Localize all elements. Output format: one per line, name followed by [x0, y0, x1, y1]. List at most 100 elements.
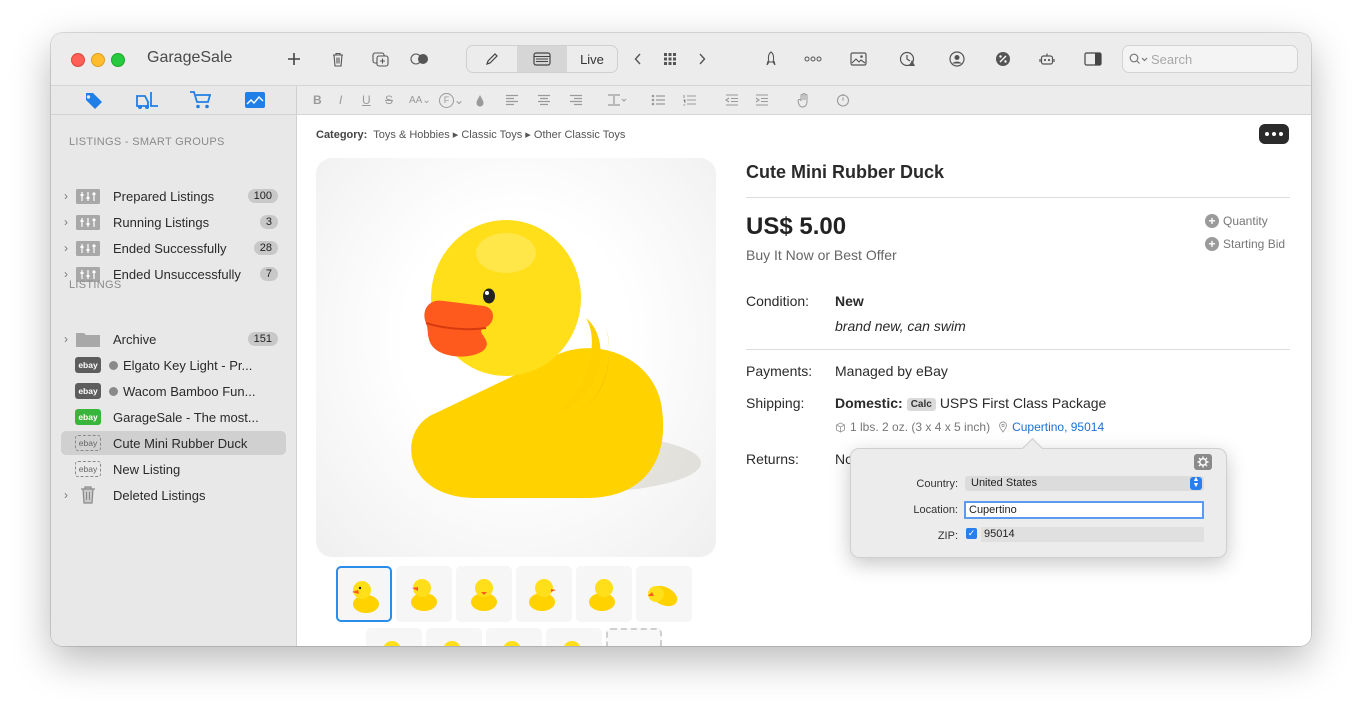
hand-pointer-icon: [797, 92, 808, 108]
popover-settings-button[interactable]: [1194, 454, 1212, 470]
font-face-button[interactable]: F ⌄: [439, 92, 464, 108]
disclosure-chevron-icon[interactable]: ›: [61, 241, 71, 255]
tab-statistics[interactable]: [241, 89, 269, 111]
shipping-weight[interactable]: 1 lbs. 2 oz. (3 x 4 x 5 inch): [850, 420, 990, 434]
main-product-image[interactable]: [316, 158, 716, 557]
disclosure-chevron-icon[interactable]: ›: [61, 332, 71, 346]
indent-button[interactable]: [755, 92, 769, 108]
plus-circle-icon: +: [1205, 237, 1219, 251]
line-height-button[interactable]: [607, 92, 627, 108]
thumbnail-image[interactable]: [516, 566, 572, 622]
sidebar-item-ended-successfully[interactable]: › Ended Successfully 28: [61, 236, 286, 260]
chevron-right-icon: [699, 53, 706, 65]
sidebar-item-listing[interactable]: ebay Elgato Key Light - Pr...: [61, 353, 286, 377]
condition-value[interactable]: New: [835, 293, 864, 309]
bullet-list-button[interactable]: [651, 92, 666, 108]
listing-format[interactable]: Buy It Now or Best Offer: [746, 247, 897, 263]
add-starting-bid-button[interactable]: + Starting Bid: [1205, 237, 1285, 251]
align-left-button[interactable]: [505, 92, 519, 108]
align-center-button[interactable]: [537, 92, 551, 108]
thumbnail-image[interactable]: [456, 566, 512, 622]
zip-field[interactable]: 95014: [981, 527, 1204, 542]
hand-tool-button[interactable]: [797, 92, 810, 108]
add-image-placeholder[interactable]: [606, 628, 662, 646]
rubber-duck-thumbnail: [352, 581, 379, 613]
search-field[interactable]: [1122, 45, 1298, 73]
tab-listings[interactable]: [79, 89, 107, 111]
disclosure-chevron-icon[interactable]: ›: [61, 189, 71, 203]
edit-mode-button[interactable]: [467, 46, 517, 72]
thumbnail-image[interactable]: [366, 628, 422, 646]
numbered-list-button[interactable]: [682, 92, 697, 108]
account-button[interactable]: [947, 46, 967, 72]
thumbnail-image[interactable]: [576, 566, 632, 622]
toggle-inspector-button[interactable]: [1083, 46, 1103, 72]
sidebar-item-label: Cute Mini Rubber Duck: [113, 435, 248, 451]
minimize-window-button[interactable]: [91, 53, 105, 67]
previous-button[interactable]: [631, 46, 645, 72]
count-badge: 100: [247, 189, 278, 203]
sidebar-item-deleted-listings[interactable]: › Deleted Listings: [61, 483, 286, 507]
rubber-duck-thumbnail: [503, 641, 521, 646]
more-actions-button[interactable]: [803, 46, 823, 72]
country-select[interactable]: United States ▲ ▼: [965, 476, 1204, 491]
tab-sales[interactable]: [187, 89, 215, 111]
grid-view-button[interactable]: [661, 46, 679, 72]
payments-value[interactable]: Managed by eBay: [835, 363, 948, 379]
thumbnail-image[interactable]: [546, 628, 602, 646]
more-options-button[interactable]: [1259, 124, 1289, 144]
sidebar-item-listing-selected[interactable]: ebay Cute Mini Rubber Duck: [61, 431, 286, 455]
zoom-window-button[interactable]: [111, 53, 125, 67]
sidebar-item-running-listings[interactable]: › Running Listings 3: [61, 210, 286, 234]
font-size-button[interactable]: AA ⌄: [409, 92, 431, 108]
sidebar: LISTINGS - SMART GROUPS › Prepared Listi…: [51, 86, 297, 646]
sidebar-item-listing[interactable]: ebay Wacom Bamboo Fun...: [61, 379, 286, 403]
align-right-button[interactable]: [569, 92, 583, 108]
duplicate-button[interactable]: [369, 46, 391, 72]
thumbnail-image[interactable]: [636, 566, 692, 622]
discount-button[interactable]: [993, 46, 1013, 72]
add-quantity-button[interactable]: + Quantity: [1205, 214, 1268, 228]
sidebar-item-archive[interactable]: › Archive 151: [61, 327, 286, 351]
live-mode-button[interactable]: Live: [567, 46, 617, 72]
sidebar-item-listing[interactable]: ebay GarageSale - The most...: [61, 405, 286, 429]
disclosure-chevron-icon[interactable]: ›: [61, 215, 71, 229]
toggle-button[interactable]: [409, 46, 431, 72]
italic-button[interactable]: I: [339, 92, 342, 108]
preview-mode-button[interactable]: [517, 46, 567, 72]
sidebar-item-listing[interactable]: ebay New Listing: [61, 457, 286, 481]
sidebar-item-prepared-listings[interactable]: › Prepared Listings 100: [61, 184, 286, 208]
category-path[interactable]: Toys & Hobbies ▸ Classic Toys ▸ Other Cl…: [373, 129, 625, 141]
thumbnail-image-selected[interactable]: [336, 566, 392, 622]
search-input[interactable]: [1149, 50, 1273, 68]
location-input[interactable]: [964, 501, 1204, 519]
shipping-location-link[interactable]: Cupertino, 95014: [1012, 420, 1104, 434]
tab-inventory[interactable]: [133, 89, 161, 111]
outdent-button[interactable]: [725, 92, 739, 108]
schedule-button[interactable]: [897, 46, 919, 72]
thumbnail-image[interactable]: [486, 628, 542, 646]
strikethrough-button[interactable]: S: [385, 92, 393, 108]
listing-price[interactable]: US$ 5.00: [746, 213, 846, 241]
search-icon: [1129, 53, 1148, 64]
shipping-domestic-label: Domestic:: [835, 395, 903, 411]
images-button[interactable]: [848, 46, 868, 72]
underline-button[interactable]: U: [362, 92, 371, 108]
disclosure-chevron-icon[interactable]: ›: [61, 488, 71, 502]
add-listing-button[interactable]: [284, 46, 304, 72]
start-listing-button[interactable]: [761, 46, 781, 72]
bold-button[interactable]: B: [313, 92, 322, 108]
condition-note[interactable]: brand new, can swim: [835, 318, 966, 334]
sidebar-item-label: Ended Successfully: [113, 240, 227, 256]
close-window-button[interactable]: [71, 53, 85, 67]
thumbnail-image[interactable]: [426, 628, 482, 646]
timer-button[interactable]: [836, 92, 850, 108]
shipping-value[interactable]: Domestic: Calc USPS First Class Package: [835, 395, 1106, 411]
listing-title[interactable]: Cute Mini Rubber Duck: [746, 162, 944, 183]
zip-checkbox[interactable]: ✓: [966, 528, 977, 539]
thumbnail-image[interactable]: [396, 566, 452, 622]
text-color-button[interactable]: [475, 92, 485, 108]
delete-button[interactable]: [328, 46, 348, 72]
automation-button[interactable]: [1037, 46, 1057, 72]
next-button[interactable]: [695, 46, 709, 72]
